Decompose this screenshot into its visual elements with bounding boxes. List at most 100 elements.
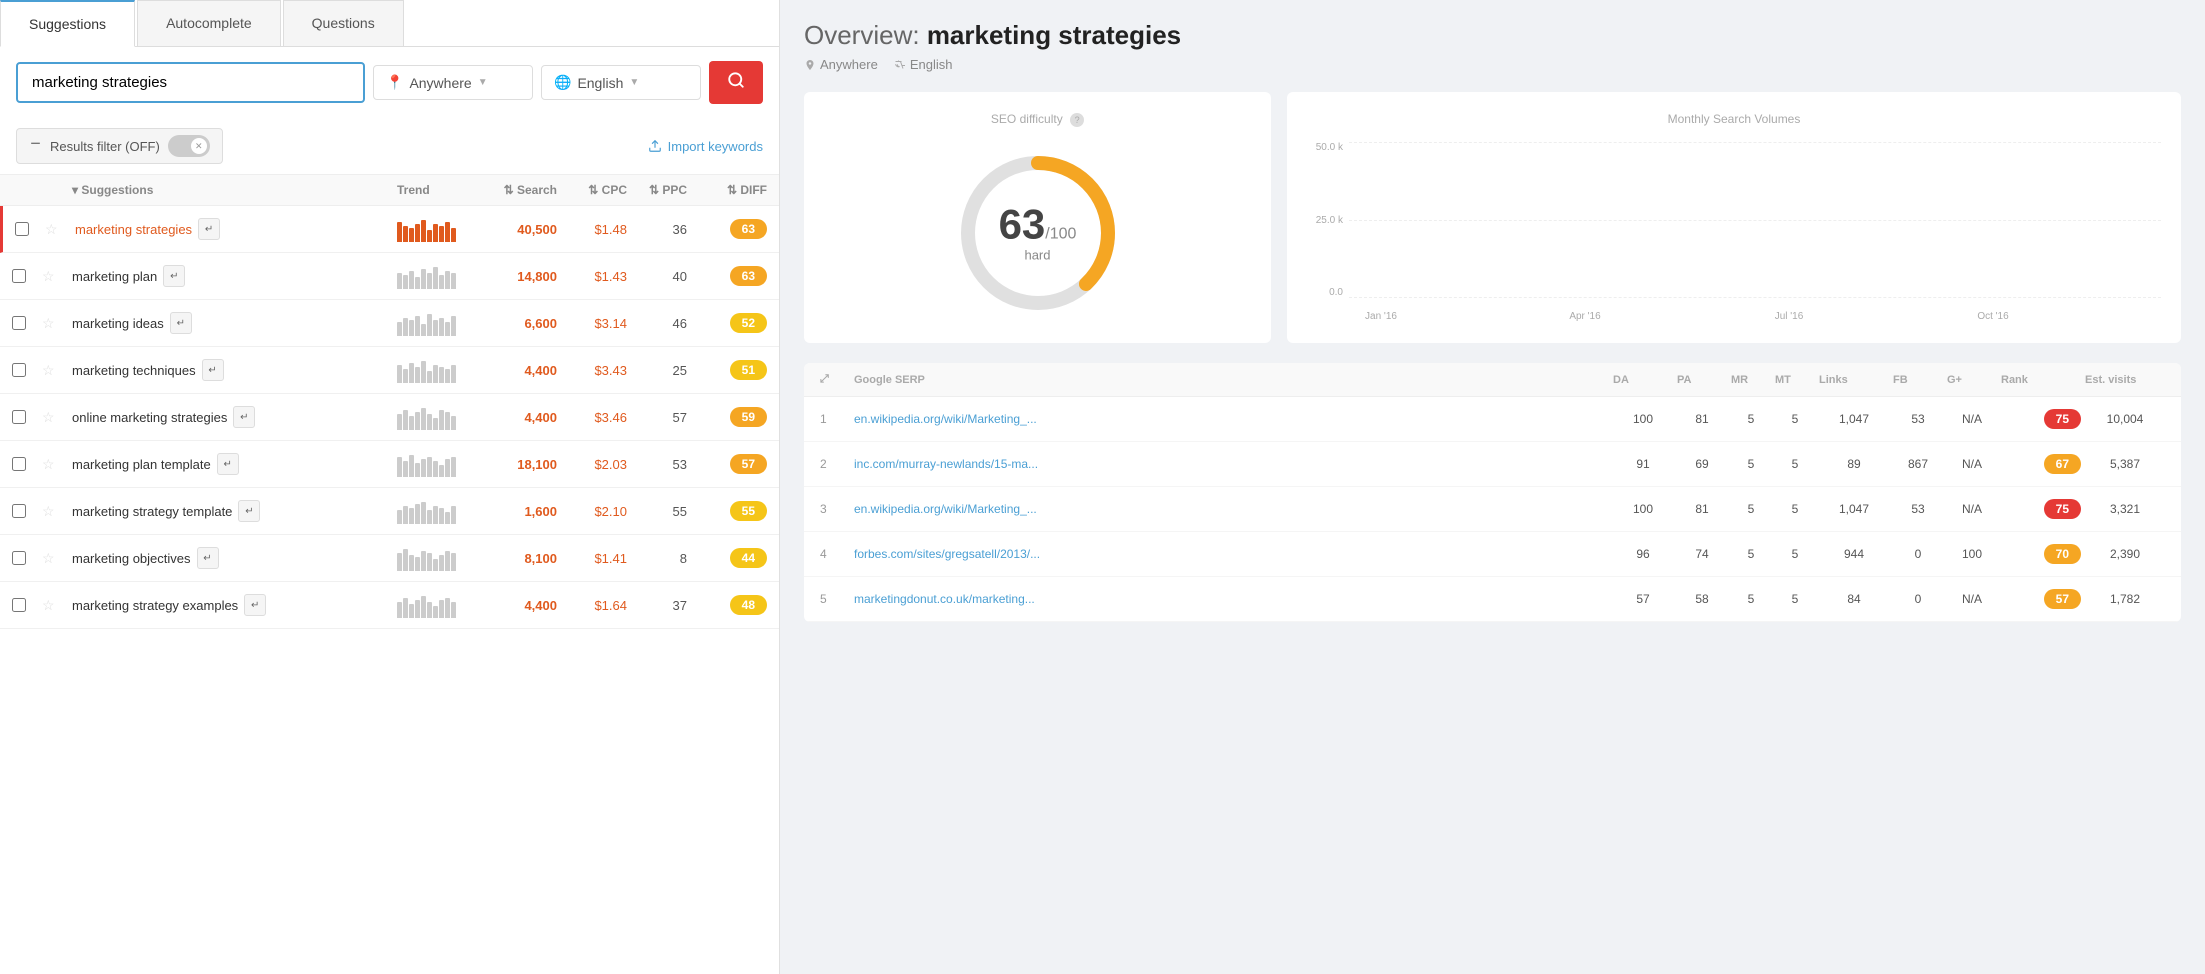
ppc-value: 8 (627, 551, 687, 566)
keyword-link[interactable]: marketing strategies (75, 222, 192, 237)
import-button[interactable]: Import keywords (648, 139, 763, 154)
serp-rank-badge: 57 (2044, 589, 2081, 609)
row-checkbox[interactable] (12, 363, 26, 377)
serp-rank-badge: 75 (2044, 499, 2081, 519)
serp-rank-num: 1 (820, 412, 850, 426)
row-star[interactable]: ☆ (42, 409, 72, 426)
search-volume: 4,400 (477, 410, 557, 425)
keyword-text: marketing techniques (72, 363, 196, 378)
row-checkbox[interactable] (12, 269, 26, 283)
serp-links: 89 (1819, 457, 1889, 471)
serp-mr: 5 (1731, 412, 1771, 426)
filter-icon (29, 140, 42, 153)
row-action-button[interactable]: ↵ (202, 359, 224, 381)
bar-label: Oct '16 (1977, 311, 2008, 322)
filter-bar: Results filter (OFF) Import keywords (0, 118, 779, 175)
language-select[interactable]: 🌐 English ▼ (541, 65, 701, 100)
serp-links: 1,047 (1819, 502, 1889, 516)
import-icon (648, 139, 662, 153)
serp-rank-badge: 70 (2044, 544, 2081, 564)
diff-badge: 63 (730, 219, 767, 239)
location-select[interactable]: 📍 Anywhere ▼ (373, 65, 533, 100)
diff-badge-wrap: 57 (687, 454, 767, 474)
row-checkbox[interactable] (12, 410, 26, 424)
serp-url[interactable]: en.wikipedia.org/wiki/Marketing_... (854, 502, 1609, 516)
serp-mr: 5 (1731, 457, 1771, 471)
bar-item (1825, 318, 1889, 322)
col-visits: Est. visits (2085, 374, 2165, 386)
trend-bars (397, 310, 477, 336)
ppc-value: 46 (627, 316, 687, 331)
search-volume: 18,100 (477, 457, 557, 472)
col-mr: MR (1731, 374, 1771, 386)
search-volume: 14,800 (477, 269, 557, 284)
keyword-text: marketing ideas (72, 316, 164, 331)
bar-item: Jan '16 (1349, 307, 1413, 322)
serp-pa: 58 (1677, 592, 1727, 606)
location-icon: 📍 (386, 74, 403, 91)
serp-url[interactable]: inc.com/murray-newlands/15-ma... (854, 457, 1609, 471)
diff-badge-wrap: 48 (687, 595, 767, 615)
row-action-button[interactable]: ↵ (233, 406, 255, 428)
serp-url[interactable]: marketingdonut.co.uk/marketing... (854, 592, 1609, 606)
row-checkbox[interactable] (12, 598, 26, 612)
seo-denom: /100 (1045, 226, 1076, 243)
row-action-button[interactable]: ↵ (163, 265, 185, 287)
tab-autocomplete[interactable]: Autocomplete (137, 0, 281, 46)
meta-location: Anywhere (804, 57, 878, 72)
row-checkbox[interactable] (12, 457, 26, 471)
row-action-button[interactable]: ↵ (238, 500, 260, 522)
serp-fb: 0 (1893, 547, 1943, 561)
table-row: ☆ marketing plan template ↵ (0, 441, 779, 488)
serp-links: 84 (1819, 592, 1889, 606)
diff-badge-wrap: 63 (687, 219, 767, 239)
filter-toggle[interactable] (168, 135, 210, 157)
row-action-button[interactable]: ↵ (170, 312, 192, 334)
monthly-search-card: Monthly Search Volumes 50.0 k 25.0 k 0.0 (1287, 92, 2181, 343)
row-star[interactable]: ☆ (42, 503, 72, 520)
col-cpc: ⇅ CPC (557, 183, 627, 197)
row-star[interactable]: ☆ (42, 597, 72, 614)
col-da: DA (1613, 374, 1673, 386)
row-action-button[interactable]: ↵ (197, 547, 219, 569)
col-suggestions: ▾ Suggestions (72, 183, 397, 197)
row-checkbox[interactable] (12, 504, 26, 518)
serp-da: 91 (1613, 457, 1673, 471)
table-row: ☆ online marketing strategies ↵ (0, 394, 779, 441)
row-star[interactable]: ☆ (45, 221, 75, 238)
bar-item: Jul '16 (1757, 307, 1821, 322)
row-star[interactable]: ☆ (42, 268, 72, 285)
row-action-button[interactable]: ↵ (217, 453, 239, 475)
filter-text: Results filter (OFF) (50, 139, 160, 154)
serp-gplus: N/A (1947, 457, 1997, 471)
row-star[interactable]: ☆ (42, 315, 72, 332)
diff-badge: 57 (730, 454, 767, 474)
tab-suggestions[interactable]: Suggestions (0, 0, 135, 47)
row-checkbox[interactable] (12, 551, 26, 565)
serp-rank-badge: 75 (2044, 409, 2081, 429)
serp-row: 5 marketingdonut.co.uk/marketing... 57 5… (804, 577, 2181, 622)
row-checkbox[interactable] (15, 222, 29, 236)
row-checkbox[interactable] (12, 316, 26, 330)
serp-url[interactable]: forbes.com/sites/gregsatell/2013/... (854, 547, 1609, 561)
trend-bars (397, 216, 477, 242)
tab-questions[interactable]: Questions (283, 0, 404, 46)
row-star[interactable]: ☆ (42, 362, 72, 379)
row-star[interactable]: ☆ (42, 456, 72, 473)
search-input[interactable] (16, 62, 365, 103)
language-icon (894, 59, 906, 71)
serp-rank-badge-wrap: 67 (2001, 454, 2081, 474)
search-button[interactable] (709, 61, 763, 104)
serp-links: 944 (1819, 547, 1889, 561)
row-star[interactable]: ☆ (42, 550, 72, 567)
serp-mt: 5 (1775, 457, 1815, 471)
trend-bars (397, 592, 477, 618)
serp-gplus: N/A (1947, 592, 1997, 606)
row-action-button[interactable]: ↵ (198, 218, 220, 240)
language-dropdown-icon: ▼ (629, 77, 639, 88)
serp-url[interactable]: en.wikipedia.org/wiki/Marketing_... (854, 412, 1609, 426)
serp-rank-num: 5 (820, 592, 850, 606)
row-action-button[interactable]: ↵ (244, 594, 266, 616)
donut-center: 63/100 hard (999, 204, 1077, 263)
seo-help-icon[interactable]: ? (1070, 113, 1084, 127)
